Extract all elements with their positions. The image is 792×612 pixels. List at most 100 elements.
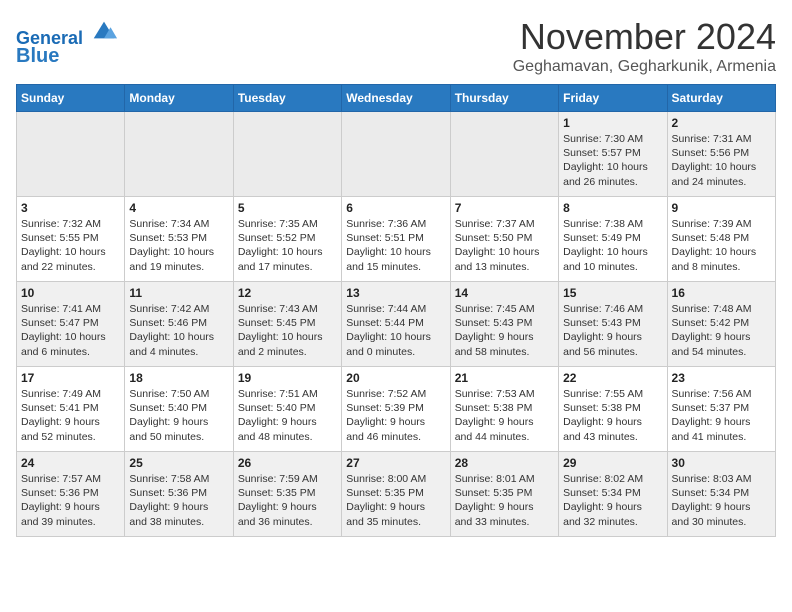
day-info: Sunrise: 8:01 AMSunset: 5:35 PMDaylight:… bbox=[455, 472, 554, 529]
calendar-cell: 8 Sunrise: 7:38 AMSunset: 5:49 PMDaylight… bbox=[559, 197, 667, 282]
day-info: Sunrise: 7:48 AMSunset: 5:42 PMDaylight:… bbox=[672, 302, 771, 359]
day-info: Sunrise: 8:00 AMSunset: 5:35 PMDaylight:… bbox=[346, 472, 445, 529]
weekday-header: Thursday bbox=[450, 85, 558, 112]
calendar-cell: 28 Sunrise: 8:01 AMSunset: 5:35 PMDayligh… bbox=[450, 452, 558, 537]
day-info: Sunrise: 7:36 AMSunset: 5:51 PMDaylight:… bbox=[346, 217, 445, 274]
calendar-week-row: 1 Sunrise: 7:30 AMSunset: 5:57 PMDaylight… bbox=[17, 112, 776, 197]
day-info: Sunrise: 7:42 AMSunset: 5:46 PMDaylight:… bbox=[129, 302, 228, 359]
calendar-cell: 17 Sunrise: 7:49 AMSunset: 5:41 PMDayligh… bbox=[17, 367, 125, 452]
calendar-cell: 1 Sunrise: 7:30 AMSunset: 5:57 PMDaylight… bbox=[559, 112, 667, 197]
calendar-cell: 16 Sunrise: 7:48 AMSunset: 5:42 PMDayligh… bbox=[667, 282, 775, 367]
day-info: Sunrise: 8:02 AMSunset: 5:34 PMDaylight:… bbox=[563, 472, 662, 529]
day-info: Sunrise: 7:39 AMSunset: 5:48 PMDaylight:… bbox=[672, 217, 771, 274]
logo-icon bbox=[90, 16, 118, 44]
day-number: 8 bbox=[563, 201, 662, 215]
day-number: 6 bbox=[346, 201, 445, 215]
day-info: Sunrise: 7:50 AMSunset: 5:40 PMDaylight:… bbox=[129, 387, 228, 444]
calendar-cell: 13Sunrise: 7:44 AMSunset: 5:44 PMDayligh… bbox=[342, 282, 450, 367]
day-info: Sunrise: 7:43 AMSunset: 5:45 PMDaylight:… bbox=[238, 302, 337, 359]
day-info: Sunrise: 7:41 AMSunset: 5:47 PMDaylight:… bbox=[21, 302, 120, 359]
calendar-cell: 23Sunrise: 7:56 AMSunset: 5:37 PMDayligh… bbox=[667, 367, 775, 452]
day-number: 28 bbox=[455, 456, 554, 470]
day-info: Sunrise: 8:03 AMSunset: 5:34 PMDaylight:… bbox=[672, 472, 771, 529]
weekday-header: Saturday bbox=[667, 85, 775, 112]
calendar-week-row: 3 Sunrise: 7:32 AMSunset: 5:55 PMDaylight… bbox=[17, 197, 776, 282]
weekday-header: Wednesday bbox=[342, 85, 450, 112]
calendar-header-row: SundayMondayTuesdayWednesdayThursdayFrid… bbox=[17, 85, 776, 112]
day-number: 11 bbox=[129, 286, 228, 300]
calendar-cell: 5Sunrise: 7:35 AMSunset: 5:52 PMDaylight… bbox=[233, 197, 341, 282]
calendar-cell: 30 Sunrise: 8:03 AMSunset: 5:34 PMDayligh… bbox=[667, 452, 775, 537]
title-block: November 2024 Geghamavan, Gegharkunik, A… bbox=[513, 16, 776, 76]
month-title: November 2024 bbox=[513, 16, 776, 58]
day-number: 21 bbox=[455, 371, 554, 385]
day-number: 10 bbox=[21, 286, 120, 300]
calendar-cell: 15Sunrise: 7:46 AMSunset: 5:43 PMDayligh… bbox=[559, 282, 667, 367]
day-info: Sunrise: 7:30 AMSunset: 5:57 PMDaylight:… bbox=[563, 132, 662, 189]
calendar-cell: 2Sunrise: 7:31 AMSunset: 5:56 PMDaylight… bbox=[667, 112, 775, 197]
day-number: 24 bbox=[21, 456, 120, 470]
calendar-cell: 26Sunrise: 7:59 AMSunset: 5:35 PMDayligh… bbox=[233, 452, 341, 537]
day-info: Sunrise: 7:46 AMSunset: 5:43 PMDaylight:… bbox=[563, 302, 662, 359]
day-number: 13 bbox=[346, 286, 445, 300]
calendar-cell bbox=[17, 112, 125, 197]
day-info: Sunrise: 7:49 AMSunset: 5:41 PMDaylight:… bbox=[21, 387, 120, 444]
day-info: Sunrise: 7:55 AMSunset: 5:38 PMDaylight:… bbox=[563, 387, 662, 444]
calendar-cell: 21 Sunrise: 7:53 AMSunset: 5:38 PMDayligh… bbox=[450, 367, 558, 452]
calendar-cell: 7Sunrise: 7:37 AMSunset: 5:50 PMDaylight… bbox=[450, 197, 558, 282]
calendar-cell: 14 Sunrise: 7:45 AMSunset: 5:43 PMDayligh… bbox=[450, 282, 558, 367]
day-number: 17 bbox=[21, 371, 120, 385]
calendar-week-row: 24 Sunrise: 7:57 AMSunset: 5:36 PMDayligh… bbox=[17, 452, 776, 537]
calendar-week-row: 10 Sunrise: 7:41 AMSunset: 5:47 PMDayligh… bbox=[17, 282, 776, 367]
calendar-cell: 6 Sunrise: 7:36 AMSunset: 5:51 PMDaylight… bbox=[342, 197, 450, 282]
calendar-cell: 10 Sunrise: 7:41 AMSunset: 5:47 PMDayligh… bbox=[17, 282, 125, 367]
day-info: Sunrise: 7:45 AMSunset: 5:43 PMDaylight:… bbox=[455, 302, 554, 359]
day-info: Sunrise: 7:52 AMSunset: 5:39 PMDaylight:… bbox=[346, 387, 445, 444]
calendar-cell: 29Sunrise: 8:02 AMSunset: 5:34 PMDayligh… bbox=[559, 452, 667, 537]
day-number: 2 bbox=[672, 116, 771, 130]
calendar-cell: 11 Sunrise: 7:42 AMSunset: 5:46 PMDayligh… bbox=[125, 282, 233, 367]
day-number: 19 bbox=[238, 371, 337, 385]
calendar-cell: 3 Sunrise: 7:32 AMSunset: 5:55 PMDaylight… bbox=[17, 197, 125, 282]
day-number: 30 bbox=[672, 456, 771, 470]
calendar-cell: 12 Sunrise: 7:43 AMSunset: 5:45 PMDayligh… bbox=[233, 282, 341, 367]
logo-text: General bbox=[16, 16, 118, 49]
calendar-week-row: 17 Sunrise: 7:49 AMSunset: 5:41 PMDayligh… bbox=[17, 367, 776, 452]
calendar-cell: 20 Sunrise: 7:52 AMSunset: 5:39 PMDayligh… bbox=[342, 367, 450, 452]
calendar-cell bbox=[233, 112, 341, 197]
calendar-cell: 9Sunrise: 7:39 AMSunset: 5:48 PMDaylight… bbox=[667, 197, 775, 282]
calendar-table: SundayMondayTuesdayWednesdayThursdayFrid… bbox=[16, 84, 776, 537]
weekday-header: Friday bbox=[559, 85, 667, 112]
location: Geghamavan, Gegharkunik, Armenia bbox=[513, 58, 776, 76]
day-number: 1 bbox=[563, 116, 662, 130]
day-number: 14 bbox=[455, 286, 554, 300]
calendar-cell bbox=[450, 112, 558, 197]
day-info: Sunrise: 7:58 AMSunset: 5:36 PMDaylight:… bbox=[129, 472, 228, 529]
day-number: 25 bbox=[129, 456, 228, 470]
day-info: Sunrise: 7:53 AMSunset: 5:38 PMDaylight:… bbox=[455, 387, 554, 444]
day-number: 18 bbox=[129, 371, 228, 385]
calendar-cell bbox=[342, 112, 450, 197]
day-number: 12 bbox=[238, 286, 337, 300]
calendar-cell: 4 Sunrise: 7:34 AMSunset: 5:53 PMDaylight… bbox=[125, 197, 233, 282]
day-info: Sunrise: 7:57 AMSunset: 5:36 PMDaylight:… bbox=[21, 472, 120, 529]
day-info: Sunrise: 7:38 AMSunset: 5:49 PMDaylight:… bbox=[563, 217, 662, 274]
day-info: Sunrise: 7:59 AMSunset: 5:35 PMDaylight:… bbox=[238, 472, 337, 529]
day-number: 3 bbox=[21, 201, 120, 215]
day-number: 20 bbox=[346, 371, 445, 385]
day-info: Sunrise: 7:34 AMSunset: 5:53 PMDaylight:… bbox=[129, 217, 228, 274]
day-info: Sunrise: 7:32 AMSunset: 5:55 PMDaylight:… bbox=[21, 217, 120, 274]
calendar-cell: 22Sunrise: 7:55 AMSunset: 5:38 PMDayligh… bbox=[559, 367, 667, 452]
calendar-cell: 18 Sunrise: 7:50 AMSunset: 5:40 PMDayligh… bbox=[125, 367, 233, 452]
day-number: 23 bbox=[672, 371, 771, 385]
calendar-cell: 25 Sunrise: 7:58 AMSunset: 5:36 PMDayligh… bbox=[125, 452, 233, 537]
calendar-cell: 24 Sunrise: 7:57 AMSunset: 5:36 PMDayligh… bbox=[17, 452, 125, 537]
day-number: 4 bbox=[129, 201, 228, 215]
weekday-header: Tuesday bbox=[233, 85, 341, 112]
calendar-cell bbox=[125, 112, 233, 197]
weekday-header: Monday bbox=[125, 85, 233, 112]
day-number: 16 bbox=[672, 286, 771, 300]
day-number: 7 bbox=[455, 201, 554, 215]
day-number: 27 bbox=[346, 456, 445, 470]
calendar-cell: 19Sunrise: 7:51 AMSunset: 5:40 PMDayligh… bbox=[233, 367, 341, 452]
